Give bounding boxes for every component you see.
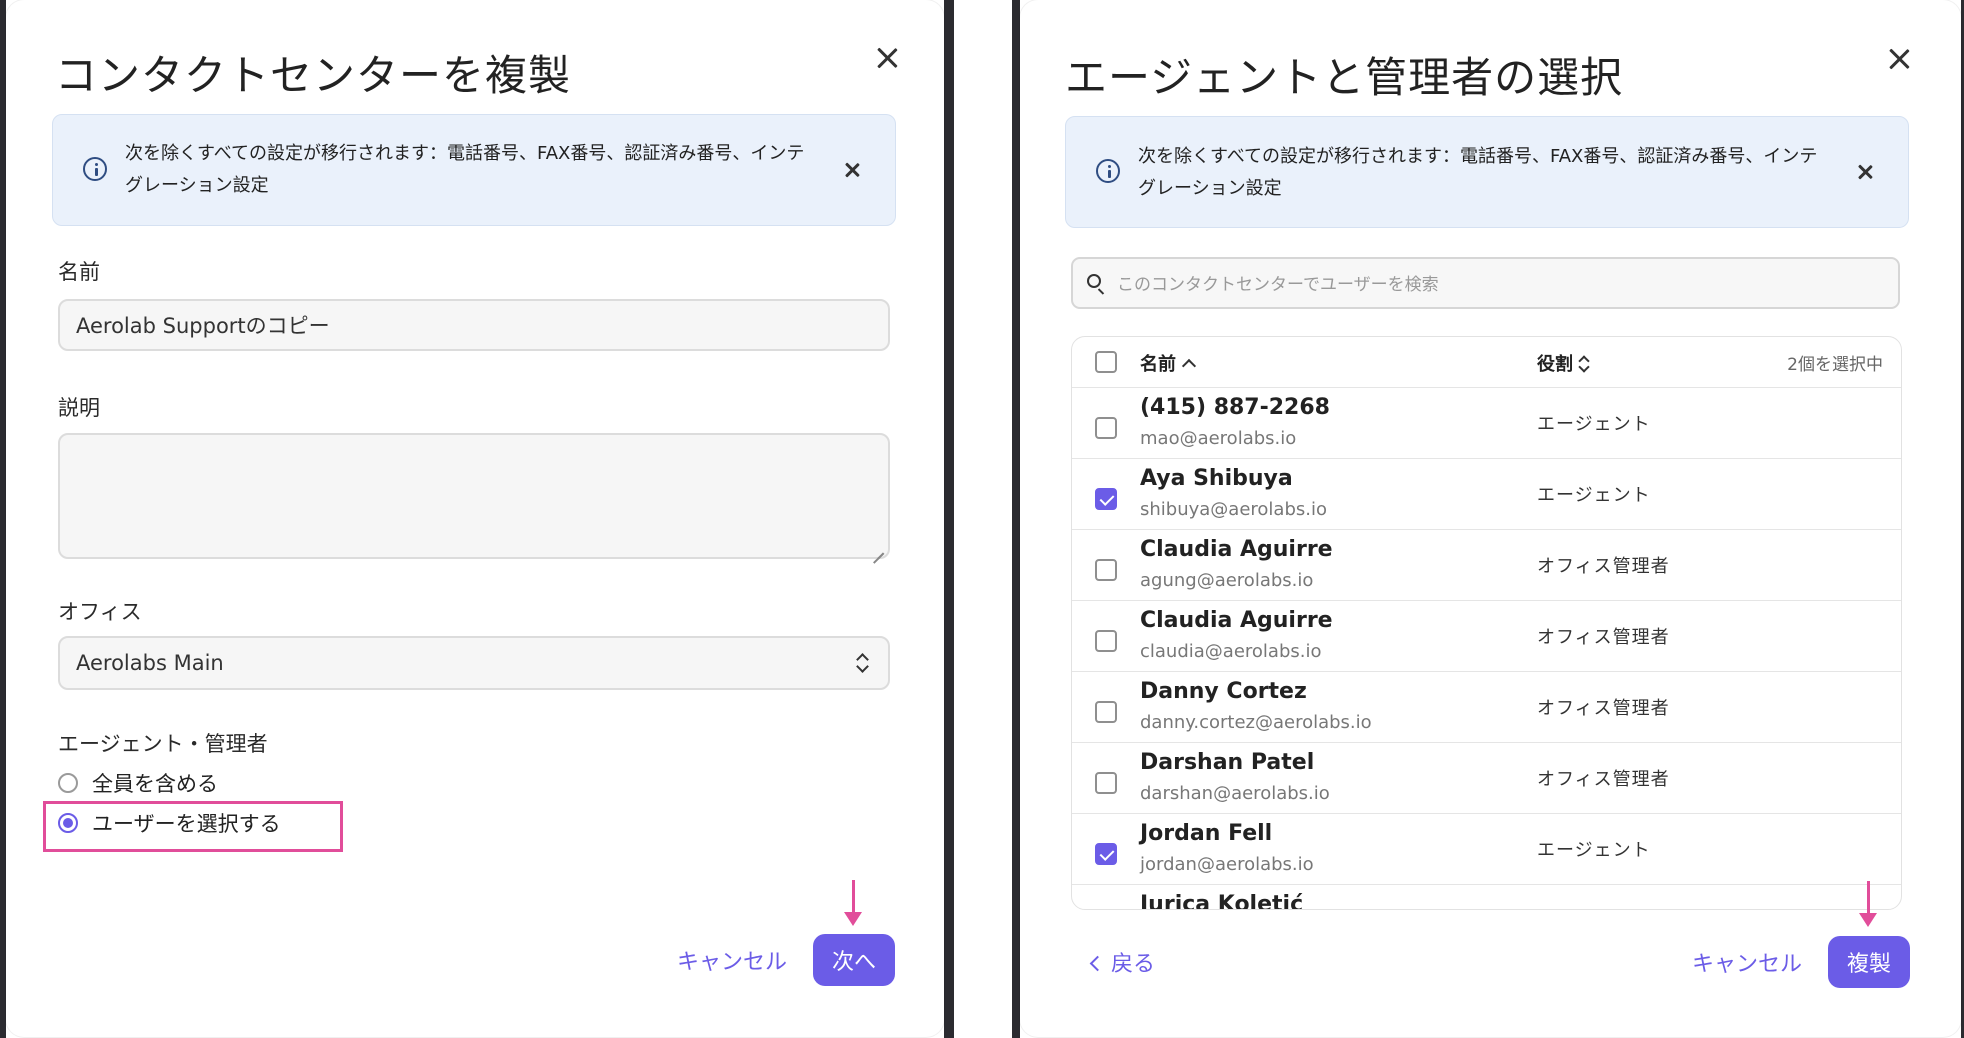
- row-checkbox[interactable]: [1095, 417, 1117, 439]
- sort-icon: [1579, 356, 1589, 372]
- name-input-value: Aerolab Supportのコピー: [76, 314, 330, 338]
- user-email: danny.cortez@aerolabs.io: [1140, 712, 1372, 733]
- cancel-button[interactable]: キャンセル: [677, 944, 787, 976]
- user-name: Darshan Patel: [1140, 750, 1315, 775]
- row-checkbox[interactable]: [1095, 701, 1117, 723]
- user-role: エージェント: [1537, 485, 1651, 506]
- table-header: 名前 役割 2個を選択中: [1072, 337, 1901, 388]
- dialog-title: エージェントと管理者の選択: [1065, 53, 1624, 102]
- back-label: 戻る: [1111, 952, 1156, 977]
- radio-include-all-label: 全員を含める: [92, 772, 218, 796]
- row-checkbox[interactable]: [1095, 559, 1117, 581]
- banner-close-icon[interactable]: [1855, 162, 1875, 182]
- name-input[interactable]: Aerolab Supportのコピー: [58, 299, 890, 351]
- radio-icon[interactable]: [58, 773, 78, 793]
- table-row[interactable]: Aya Shibuya shibuya@aerolabs.io エージェント: [1072, 458, 1901, 530]
- info-banner: 次を除くすべての設定が移行されます：電話番号、FAX番号、認証済み番号、インテグ…: [1065, 116, 1909, 228]
- close-icon[interactable]: [872, 43, 902, 73]
- backdrop-right-gap: [1012, 0, 1020, 1038]
- next-button[interactable]: 次へ: [813, 934, 895, 986]
- duplicate-contact-center-dialog: コンタクトセンターを複製 次を除くすべての設定が移行されます：電話番号、FAX番…: [6, 0, 944, 1037]
- updown-icon: [856, 652, 870, 674]
- user-name: Danny Cortez: [1140, 679, 1307, 704]
- agents-label: エージェント・管理者: [58, 732, 268, 756]
- search-icon: [1087, 274, 1101, 288]
- table-row[interactable]: (415) 887-2268 mao@aerolabs.io エージェント: [1072, 387, 1901, 459]
- table-row[interactable]: Claudia Aguirre agung@aerolabs.io オフィス管理…: [1072, 529, 1901, 601]
- search-placeholder: このコンタクトセンターでユーザーを検索: [1117, 275, 1439, 295]
- row-checkbox-checked[interactable]: [1095, 843, 1117, 865]
- info-banner: 次を除くすべての設定が移行されます：電話番号、FAX番号、認証済み番号、インテグ…: [52, 114, 896, 226]
- column-name[interactable]: 名前: [1140, 350, 1197, 376]
- select-agents-dialog: エージェントと管理者の選択 次を除くすべての設定が移行されます：電話番号、FAX…: [1020, 0, 1961, 1037]
- banner-text: 次を除くすべての設定が移行されます：電話番号、FAX番号、認証済み番号、インテグ…: [125, 143, 805, 196]
- table-row[interactable]: Danny Cortez danny.cortez@aerolabs.io オフ…: [1072, 671, 1901, 743]
- backdrop-middle: [944, 0, 954, 1038]
- user-email: mao@aerolabs.io: [1140, 428, 1297, 449]
- office-label: オフィス: [58, 600, 142, 624]
- dialog-title: コンタクトセンターを複製: [55, 51, 572, 100]
- selected-count: 2個を選択中: [1787, 355, 1883, 375]
- arrow-annotation: [844, 880, 862, 926]
- user-name: (415) 887-2268: [1140, 395, 1330, 420]
- users-table: 名前 役割 2個を選択中 (415) 887-2268 mao@aerolabs…: [1071, 336, 1902, 910]
- column-name-label: 名前: [1140, 354, 1176, 375]
- user-email: shibuya@aerolabs.io: [1140, 499, 1327, 520]
- info-icon: [1096, 159, 1120, 183]
- office-select[interactable]: Aerolabs Main: [58, 636, 890, 690]
- user-name: Claudia Aguirre: [1140, 537, 1333, 562]
- row-checkbox-checked[interactable]: [1095, 488, 1117, 510]
- user-email: agung@aerolabs.io: [1140, 570, 1314, 591]
- user-role: オフィス管理者: [1537, 627, 1670, 648]
- user-role: オフィス管理者: [1537, 698, 1670, 719]
- select-all-checkbox[interactable]: [1095, 351, 1117, 373]
- description-textarea[interactable]: [58, 433, 890, 559]
- row-checkbox[interactable]: [1095, 772, 1117, 794]
- description-label: 説明: [58, 396, 100, 420]
- office-select-value: Aerolabs Main: [76, 651, 224, 675]
- arrow-annotation: [1859, 881, 1877, 927]
- info-icon: [83, 157, 107, 181]
- user-role: エージェント: [1537, 414, 1651, 435]
- user-email: darshan@aerolabs.io: [1140, 783, 1330, 804]
- annotation-highlight-box: [43, 801, 343, 852]
- user-name: Claudia Aguirre: [1140, 608, 1333, 633]
- name-label: 名前: [58, 260, 100, 284]
- column-role[interactable]: 役割: [1537, 350, 1589, 376]
- user-email: claudia@aerolabs.io: [1140, 641, 1322, 662]
- column-role-label: 役割: [1537, 354, 1573, 375]
- user-name: Jurica Koletić: [1140, 892, 1304, 910]
- resize-handle-icon[interactable]: [872, 541, 884, 553]
- table-row[interactable]: Jordan Fell jordan@aerolabs.io エージェント: [1072, 813, 1901, 885]
- user-role: エージェント: [1537, 840, 1651, 861]
- table-row-partial[interactable]: Jurica Koletić: [1072, 884, 1901, 910]
- user-email: jordan@aerolabs.io: [1140, 854, 1314, 875]
- banner-close-icon[interactable]: [842, 160, 862, 180]
- user-name: Aya Shibuya: [1140, 466, 1293, 491]
- table-row[interactable]: Claudia Aguirre claudia@aerolabs.io オフィス…: [1072, 600, 1901, 672]
- user-name: Jordan Fell: [1140, 821, 1273, 846]
- user-role: オフィス管理者: [1537, 556, 1670, 577]
- chevron-left-icon: [1089, 955, 1106, 972]
- user-role: オフィス管理者: [1537, 769, 1670, 790]
- row-checkbox[interactable]: [1095, 630, 1117, 652]
- user-search-input[interactable]: このコンタクトセンターでユーザーを検索: [1071, 257, 1900, 309]
- radio-include-all[interactable]: 全員を含める: [58, 768, 218, 798]
- banner-text: 次を除くすべての設定が移行されます：電話番号、FAX番号、認証済み番号、インテグ…: [1138, 146, 1818, 199]
- close-icon[interactable]: [1884, 44, 1914, 74]
- table-row[interactable]: Darshan Patel darshan@aerolabs.io オフィス管理…: [1072, 742, 1901, 814]
- cancel-button[interactable]: キャンセル: [1692, 946, 1802, 978]
- sort-asc-icon: [1181, 358, 1197, 374]
- duplicate-button[interactable]: 複製: [1828, 936, 1910, 988]
- back-button[interactable]: 戻る: [1089, 946, 1156, 978]
